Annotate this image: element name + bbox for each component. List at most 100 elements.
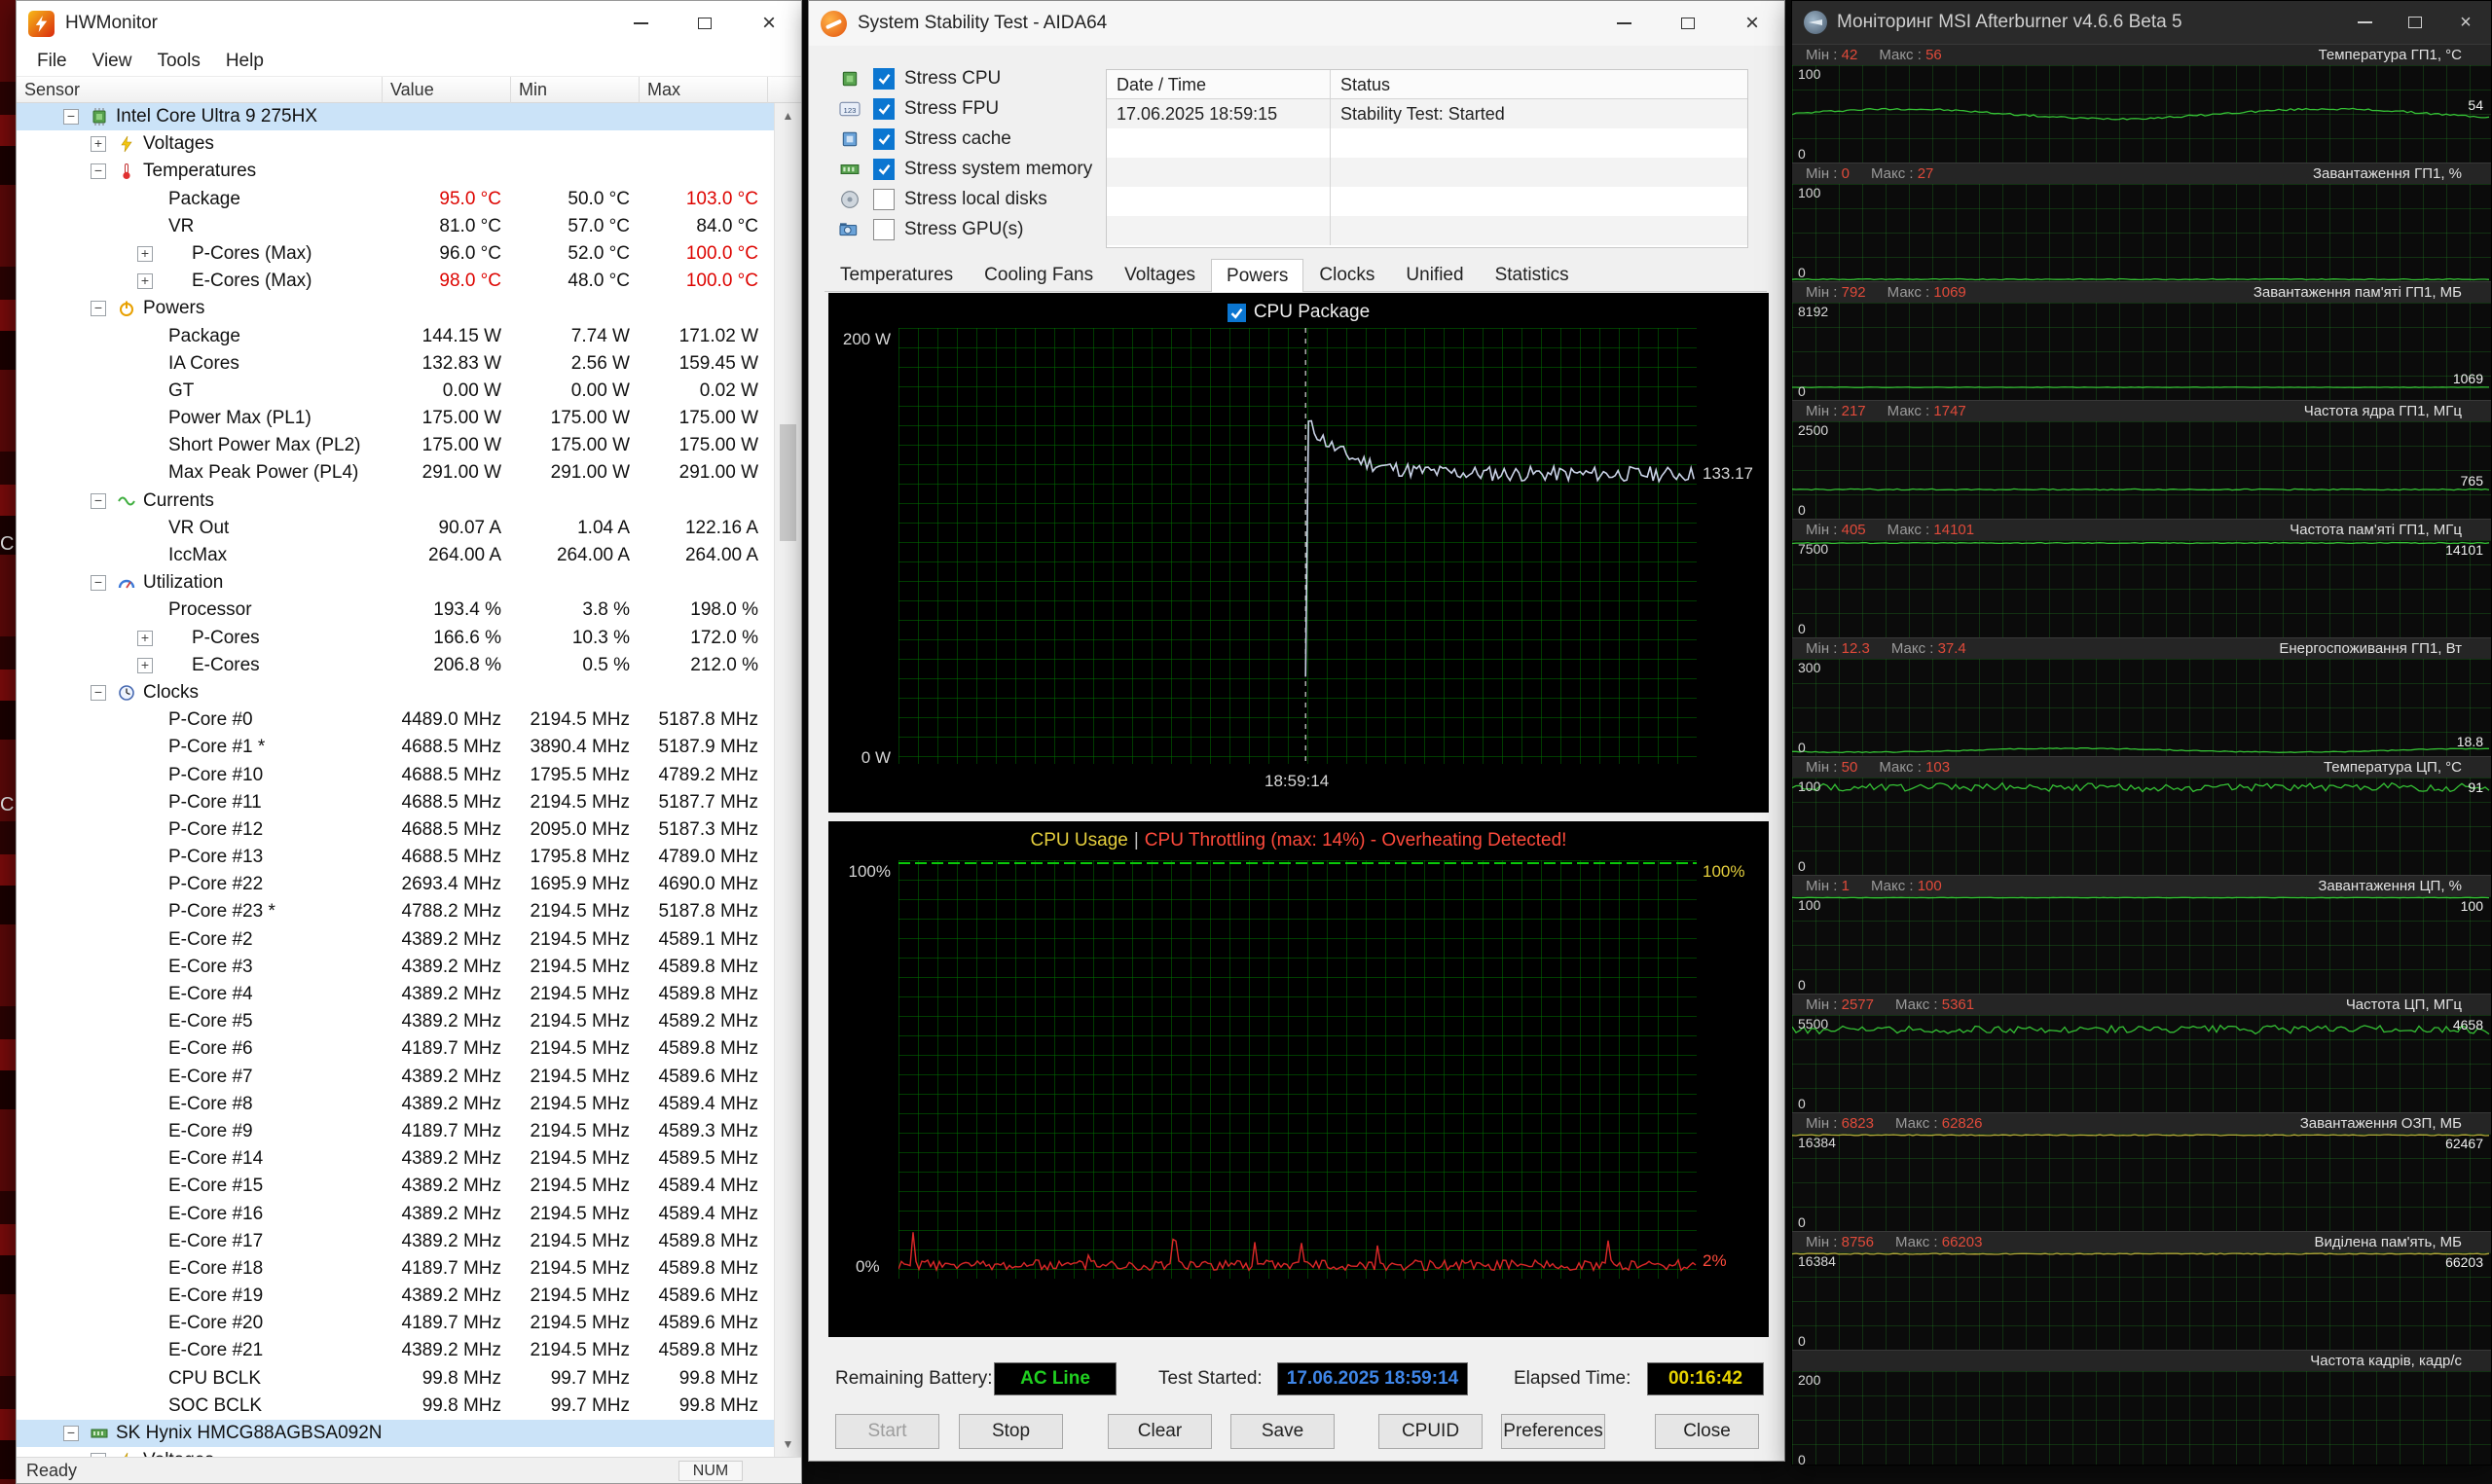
cpuid-button[interactable]: CPUID — [1378, 1414, 1483, 1449]
scroll-up-icon[interactable]: ▲ — [775, 103, 801, 128]
menu-item-file[interactable]: File — [24, 48, 80, 75]
sensor-row[interactable]: Power Max (PL1) 175.00 W 175.00 W 175.00 W — [17, 405, 774, 432]
sensor-row[interactable]: E-Core #17 4389.2 MHz 2194.5 MHz 4589.8 MHz — [17, 1228, 774, 1255]
sensor-row[interactable]: P-Core #10 4688.5 MHz 1795.5 MHz 4789.2 MHz — [17, 762, 774, 789]
sensor-row[interactable]: P-Core #22 2693.4 MHz 1695.9 MHz 4690.0 MHz — [17, 871, 774, 898]
device-row[interactable]: − SK Hynix HMCG88AGBSA092N — [17, 1420, 774, 1448]
column-sensor[interactable]: Sensor — [17, 77, 383, 103]
tab-voltages[interactable]: Voltages — [1109, 260, 1211, 291]
sensor-row[interactable]: E-Core #21 4389.2 MHz 2194.5 MHz 4589.8 MHz — [17, 1337, 774, 1364]
minimize-button[interactable] — [2339, 1, 2390, 44]
sensor-group-row[interactable]: − Utilization — [17, 569, 774, 597]
sensor-row[interactable]: IA Cores 132.83 W 2.56 W 159.45 W — [17, 350, 774, 378]
expand-toggle[interactable]: − — [63, 1426, 79, 1441]
sensor-row[interactable]: Processor 193.4 % 3.8 % 198.0 % — [17, 597, 774, 624]
sensor-row[interactable]: E-Core #15 4389.2 MHz 2194.5 MHz 4589.4 MHz — [17, 1173, 774, 1200]
tab-unified[interactable]: Unified — [1390, 260, 1479, 291]
stress-checkbox[interactable] — [873, 97, 895, 120]
tab-temperatures[interactable]: Temperatures — [825, 260, 969, 291]
maximize-button[interactable] — [673, 1, 737, 46]
sensor-group-row[interactable]: − Clocks — [17, 679, 774, 706]
sensor-row[interactable]: + E-Cores 206.8 % 0.5 % 212.0 % — [17, 652, 774, 679]
column-min[interactable]: Min — [511, 77, 640, 103]
column-value[interactable]: Value — [383, 77, 511, 103]
sensor-row[interactable]: E-Core #20 4189.7 MHz 2194.5 MHz 4589.6 MHz — [17, 1310, 774, 1337]
sensor-row[interactable]: P-Core #0 4489.0 MHz 2194.5 MHz 5187.8 MHz — [17, 706, 774, 734]
log-column-datetime[interactable]: Date / Time — [1107, 70, 1331, 98]
sensor-row[interactable]: E-Core #6 4189.7 MHz 2194.5 MHz 4589.8 MHz — [17, 1035, 774, 1063]
sensor-row[interactable]: P-Core #11 4688.5 MHz 2194.5 MHz 5187.7 MHz — [17, 789, 774, 816]
close-button[interactable]: × — [737, 1, 801, 46]
expand-toggle[interactable]: + — [137, 273, 153, 290]
sensor-group-row[interactable]: − Temperatures — [17, 158, 774, 185]
stress-checkbox[interactable] — [873, 158, 895, 180]
expand-toggle[interactable]: − — [91, 492, 106, 509]
sensor-row[interactable]: GT 0.00 W 0.00 W 0.02 W — [17, 378, 774, 405]
sensor-row[interactable]: CPU BCLK 99.8 MHz 99.7 MHz 99.8 MHz — [17, 1365, 774, 1393]
tab-powers[interactable]: Powers — [1211, 259, 1304, 292]
log-column-status[interactable]: Status — [1331, 70, 1747, 98]
expand-toggle[interactable]: + — [137, 245, 153, 262]
sensor-group-row[interactable]: − Powers — [17, 295, 774, 322]
expand-toggle[interactable]: − — [91, 684, 106, 701]
preferences-button[interactable]: Preferences — [1501, 1414, 1605, 1449]
expand-toggle[interactable]: + — [137, 630, 153, 646]
sensor-row[interactable]: P-Core #23 * 4788.2 MHz 2194.5 MHz 5187.8 M… — [17, 898, 774, 925]
expand-toggle[interactable]: − — [63, 109, 79, 125]
tab-statistics[interactable]: Statistics — [1480, 260, 1585, 291]
sensor-row[interactable]: + P-Cores 166.6 % 10.3 % 172.0 % — [17, 625, 774, 652]
stress-checkbox[interactable] — [873, 67, 895, 90]
expand-toggle[interactable]: − — [91, 163, 106, 180]
sensor-row[interactable]: Package 95.0 °C 50.0 °C 103.0 °C — [17, 186, 774, 213]
cpu-package-legend-checkbox[interactable] — [1227, 303, 1246, 322]
start-button[interactable]: Start — [835, 1414, 939, 1449]
sensor-row[interactable]: E-Core #14 4389.2 MHz 2194.5 MHz 4589.5 MHz — [17, 1145, 774, 1173]
minimize-button[interactable] — [608, 1, 673, 46]
maximize-button[interactable] — [1656, 1, 1720, 46]
hwmonitor-titlebar[interactable]: HWMonitor × — [17, 1, 801, 46]
sensor-row[interactable]: E-Core #7 4389.2 MHz 2194.5 MHz 4589.6 MHz — [17, 1064, 774, 1091]
device-row[interactable]: − Intel Core Ultra 9 275HX — [17, 103, 774, 131]
sensor-row[interactable]: E-Core #3 4389.2 MHz 2194.5 MHz 4589.8 MHz — [17, 954, 774, 981]
scrollbar-thumb[interactable] — [780, 424, 796, 541]
sensor-row[interactable]: E-Core #16 4389.2 MHz 2194.5 MHz 4589.4 MHz — [17, 1201, 774, 1228]
expand-toggle[interactable]: − — [91, 575, 106, 592]
menu-item-tools[interactable]: Tools — [144, 48, 212, 75]
sensor-row[interactable]: E-Core #9 4189.7 MHz 2194.5 MHz 4589.3 MHz — [17, 1118, 774, 1145]
log-entry-row[interactable]: 17.06.2025 18:59:15 Stability Test: Start… — [1107, 99, 1747, 128]
save-button[interactable]: Save — [1230, 1414, 1335, 1449]
sensor-group-row[interactable]: +Voltages — [17, 1447, 774, 1457]
expand-toggle[interactable]: + — [91, 136, 106, 153]
sensor-row[interactable]: VR 81.0 °C 57.0 °C 84.0 °C — [17, 213, 774, 240]
stress-checkbox[interactable] — [873, 218, 895, 240]
stop-button[interactable]: Stop — [959, 1414, 1063, 1449]
vertical-scrollbar[interactable]: ▲ ▼ — [774, 103, 801, 1457]
sensor-group-row[interactable]: − Currents — [17, 488, 774, 515]
sensor-row[interactable]: E-Core #4 4389.2 MHz 2194.5 MHz 4589.8 MHz — [17, 981, 774, 1008]
sensor-row[interactable]: E-Core #2 4389.2 MHz 2194.5 MHz 4589.1 MHz — [17, 926, 774, 954]
tab-clocks[interactable]: Clocks — [1303, 260, 1390, 291]
close-button[interactable]: × — [1720, 1, 1784, 46]
menu-item-view[interactable]: View — [80, 48, 145, 75]
sensor-row[interactable]: P-Core #1 * 4688.5 MHz 3890.4 MHz 5187.9 MH… — [17, 734, 774, 761]
sensor-row[interactable]: SOC BCLK 99.8 MHz 99.7 MHz 99.8 MHz — [17, 1393, 774, 1420]
maximize-button[interactable] — [2390, 1, 2440, 44]
sensor-row[interactable]: E-Core #8 4389.2 MHz 2194.5 MHz 4589.4 MHz — [17, 1091, 774, 1118]
menu-item-help[interactable]: Help — [213, 48, 276, 75]
sensor-row[interactable]: VR Out 90.07 A 1.04 A 122.16 A — [17, 515, 774, 542]
aida64-titlebar[interactable]: System Stability Test - AIDA64 × — [809, 1, 1784, 46]
sensor-row[interactable]: E-Core #18 4189.7 MHz 2194.5 MHz 4589.8 MHz — [17, 1255, 774, 1283]
expand-toggle[interactable]: + — [137, 657, 153, 673]
scroll-down-icon[interactable]: ▼ — [775, 1431, 801, 1457]
expand-toggle[interactable]: − — [91, 301, 106, 317]
sensor-row[interactable]: Max Peak Power (PL4) 291.00 W 291.00 W 291.… — [17, 459, 774, 487]
stress-checkbox[interactable] — [873, 127, 895, 150]
afterburner-titlebar[interactable]: Моніторинг MSI Afterburner v4.6.6 Beta 5… — [1792, 1, 2491, 44]
sensor-row[interactable]: Package 144.15 W 7.74 W 171.02 W — [17, 323, 774, 350]
sensor-group-row[interactable]: +Voltages — [17, 130, 774, 158]
sensor-row[interactable]: P-Core #12 4688.5 MHz 2095.0 MHz 5187.3 MHz — [17, 816, 774, 844]
sensor-row[interactable]: IccMax 264.00 A 264.00 A 264.00 A — [17, 542, 774, 569]
clear-button[interactable]: Clear — [1108, 1414, 1212, 1449]
stress-checkbox[interactable] — [873, 188, 895, 210]
minimize-button[interactable] — [1592, 1, 1656, 46]
